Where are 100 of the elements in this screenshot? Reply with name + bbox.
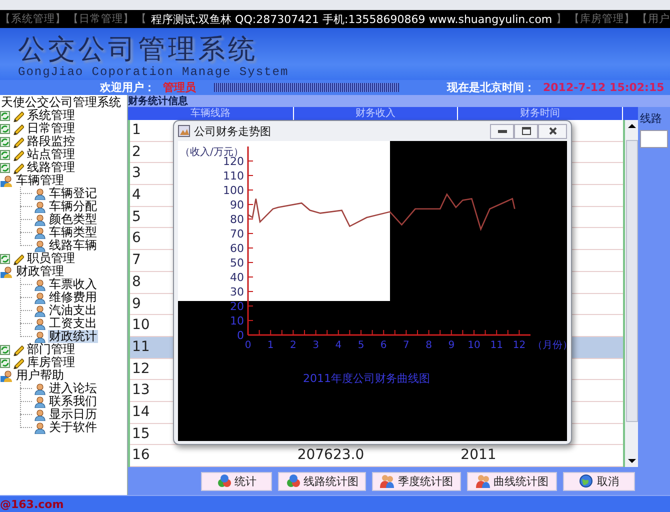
menu-item[interactable]: 【	[136, 12, 147, 26]
menu-item[interactable]: 【日常管理】	[68, 12, 134, 26]
tree-item[interactable]: 线路车辆	[48, 239, 98, 252]
tree-item[interactable]: 库房管理	[26, 356, 76, 369]
menu-item[interactable]: 【库房管理】	[569, 12, 635, 26]
table-cell: 207623.0	[297, 447, 364, 464]
person-icon	[34, 226, 46, 238]
pencil-icon	[12, 122, 24, 134]
person-icon	[34, 188, 46, 200]
menu-item[interactable]: 【系统管理】	[0, 12, 66, 26]
tree-item[interactable]: 车辆分配	[48, 200, 98, 213]
tree-item[interactable]: 工资支出	[48, 317, 98, 330]
tree-root[interactable]: 天使公交公司管理系统	[0, 96, 122, 109]
people-icon	[380, 474, 394, 488]
person-icon	[34, 292, 46, 304]
table-cell: 8	[132, 274, 141, 290]
tree-item[interactable]: 站点管理	[26, 148, 76, 161]
maximize-icon	[522, 127, 530, 135]
time-label: 现在是北京时间：	[447, 80, 535, 95]
tree-item[interactable]: 车辆登记	[48, 187, 98, 200]
table-cell: 1	[132, 122, 141, 138]
menu-item[interactable]: 】	[556, 12, 567, 26]
tree-item[interactable]: 车辆类型	[48, 226, 98, 239]
action-button[interactable]: 季度统计图	[372, 472, 461, 490]
tree-item[interactable]: 路段监控	[26, 135, 76, 148]
close-button[interactable]	[538, 124, 567, 138]
pencil-icon	[12, 162, 24, 174]
email-text: @163.com	[0, 498, 64, 510]
tree-item[interactable]: 显示日历	[48, 408, 98, 421]
table-cell: 2011	[460, 447, 496, 464]
tick-label: 10	[468, 340, 480, 351]
tick-label: 3	[312, 340, 319, 351]
tree-item[interactable]: 职员管理	[26, 252, 76, 265]
tick-label: 30	[230, 286, 244, 298]
person-icon	[34, 214, 46, 226]
table-cell: 2	[132, 144, 141, 160]
tree-item[interactable]: 用户帮助	[15, 369, 65, 382]
person-icon	[34, 318, 46, 330]
axis-title: （收入/万元）	[180, 147, 244, 158]
clock-time: 2012-7-12 15:02:15	[543, 81, 664, 94]
table-cell: 13	[132, 382, 150, 398]
pencil-icon	[12, 110, 24, 122]
tree-item[interactable]: 日常管理	[26, 122, 76, 135]
tick-label: 50	[230, 256, 244, 270]
tree-item[interactable]: 车辆管理	[15, 174, 65, 187]
tick-label: 5	[358, 340, 364, 351]
balls-icon	[216, 474, 230, 488]
action-button[interactable]: 统计	[201, 472, 272, 490]
table-cell: 6	[132, 230, 141, 246]
table-cell: 10	[132, 317, 150, 334]
person-icon	[34, 240, 46, 252]
pencil-icon	[12, 344, 24, 356]
table-cell: 9	[132, 296, 141, 312]
tick-label: 7	[403, 340, 410, 351]
tick-label: 2	[290, 340, 296, 351]
axis-title: （月份）	[532, 340, 567, 351]
tree-item[interactable]: 维修费用	[48, 291, 98, 304]
tree-item[interactable]: 汽油支出	[48, 304, 98, 317]
tick-label: 110	[223, 170, 244, 182]
pencil-icon	[12, 136, 24, 148]
tree-item[interactable]: 部门管理	[26, 343, 76, 356]
tick-label: 20	[230, 300, 244, 313]
tree-item[interactable]: 线路管理	[26, 161, 76, 174]
minimize-button[interactable]	[490, 124, 514, 138]
person-icon	[34, 396, 46, 408]
tree-item[interactable]: 联系我们	[48, 395, 98, 408]
input-field[interactable]	[640, 130, 668, 148]
tick-label: 10	[230, 314, 244, 328]
action-button[interactable]: 取消	[563, 472, 635, 490]
tick-label: 100	[223, 184, 244, 197]
tick-label: 8	[426, 340, 432, 351]
tree-item[interactable]: 关于软件	[48, 421, 98, 434]
table-cell: 3	[132, 165, 141, 182]
tick-label: 120	[223, 155, 244, 168]
tree-item[interactable]: 财政管理	[15, 265, 65, 278]
table-cell: 14	[132, 404, 150, 420]
tree-item[interactable]: 车票收入	[48, 278, 98, 291]
tick-label: 40	[230, 271, 244, 284]
tree-item[interactable]: 进入论坛	[48, 382, 98, 395]
tree-item[interactable]: 财政统计	[48, 330, 98, 343]
action-button[interactable]: 线路统计图	[278, 472, 366, 490]
section-title: 财务统计信息	[128, 94, 188, 108]
field-label: 线路	[640, 111, 662, 126]
tick-label: 11	[490, 340, 503, 351]
close-icon	[548, 127, 556, 135]
pencil-icon	[12, 252, 24, 264]
tree-item[interactable]: 系统管理	[26, 109, 76, 122]
tick-label: 80	[230, 213, 244, 226]
person-icon	[34, 408, 46, 420]
window-title: 公司财务走势图	[194, 124, 271, 138]
scrollbar[interactable]	[623, 120, 638, 467]
person-icon	[34, 200, 46, 212]
maximize-button[interactable]	[514, 124, 538, 138]
tick-label: 6	[380, 340, 387, 351]
tick-label: 0	[237, 329, 244, 342]
menu-item[interactable]: 【用户	[637, 12, 670, 26]
globe-icon	[579, 474, 593, 488]
action-button[interactable]: 曲线统计图	[467, 472, 557, 490]
tree-item[interactable]: 颜色类型	[48, 213, 98, 226]
person-icon	[34, 330, 46, 342]
